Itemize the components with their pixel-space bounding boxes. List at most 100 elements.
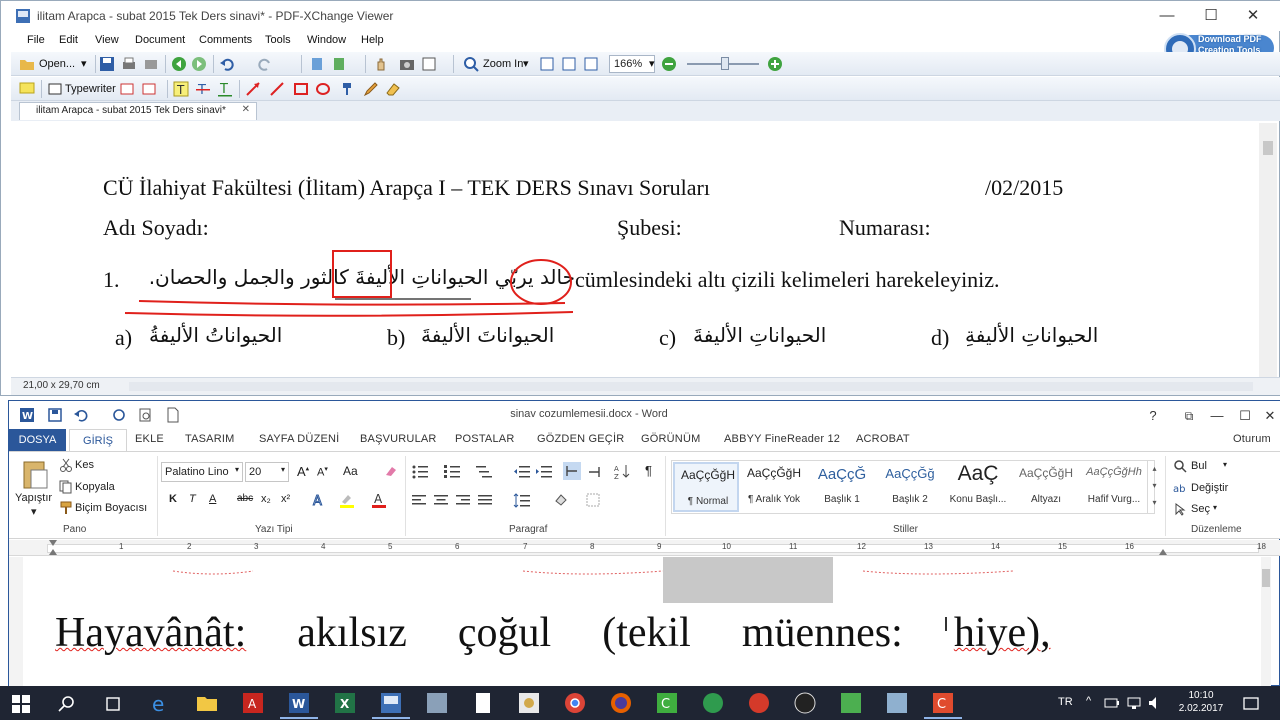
select-dropdown[interactable]: ▾ xyxy=(1213,503,1217,512)
paste-button[interactable]: Yapıştır xyxy=(15,492,52,504)
zoom-slider-thumb[interactable] xyxy=(721,57,729,70)
camtasia-recorder-icon[interactable]: C xyxy=(930,691,956,715)
font-family-dropdown[interactable]: ▾ xyxy=(235,465,239,474)
menu-file[interactable]: File xyxy=(27,34,45,46)
scan-icon[interactable] xyxy=(143,56,159,72)
notepad-icon[interactable] xyxy=(470,691,496,715)
search-icon[interactable] xyxy=(58,695,76,713)
ribbon-display-button[interactable]: ⧉ xyxy=(1177,405,1201,427)
tab-postalar[interactable]: POSTALAR xyxy=(455,433,514,445)
font-size-dropdown[interactable]: ▾ xyxy=(281,465,285,474)
style-subtitle[interactable]: AaÇçĞğH Altyazı xyxy=(1013,462,1079,512)
app-generic-icon[interactable] xyxy=(424,691,450,715)
input-language[interactable]: TR xyxy=(1058,696,1073,708)
style-title[interactable]: AaÇ Konu Başlı... xyxy=(945,462,1011,512)
align-right-icon[interactable] xyxy=(455,492,471,508)
zoom-in-dropdown[interactable]: ▾ xyxy=(523,55,529,73)
menu-help[interactable]: Help xyxy=(361,34,384,46)
ltr-direction-icon[interactable] xyxy=(563,462,581,480)
cut-button[interactable]: Kes xyxy=(75,459,94,471)
horizontal-ruler[interactable]: 1 2 3 4 5 6 7 8 9 10 11 12 13 14 15 16 1… xyxy=(9,540,1280,556)
tab-sayfa-duzeni[interactable]: SAYFA DÜZENİ xyxy=(259,433,339,445)
tab-acrobat[interactable]: ACROBAT xyxy=(856,433,910,445)
change-case-button[interactable]: Aa xyxy=(343,464,358,478)
pdf-xchange-taskbar-icon[interactable] xyxy=(378,691,404,715)
windows-start-icon[interactable] xyxy=(12,695,30,713)
paint-icon[interactable] xyxy=(516,691,542,715)
back-icon[interactable] xyxy=(171,56,187,72)
callout-icon[interactable] xyxy=(141,81,157,97)
task-view-icon[interactable] xyxy=(104,695,122,713)
underline-text-icon[interactable]: T xyxy=(217,81,233,97)
arrow-tool-icon[interactable] xyxy=(245,81,261,97)
clock[interactable]: 10:10 2.02.2017 xyxy=(1170,689,1232,715)
power-icon[interactable] xyxy=(1104,696,1120,710)
pdf-vertical-scrollbar[interactable] xyxy=(1259,123,1277,377)
sign-in-link[interactable]: Oturum xyxy=(1233,433,1271,445)
circle-annotation[interactable] xyxy=(510,259,572,305)
underline-button[interactable]: A xyxy=(209,493,216,505)
tab-dosya[interactable]: DOSYA xyxy=(9,429,66,451)
increase-indent-icon[interactable] xyxy=(535,463,553,479)
tab-tasarim[interactable]: TASARIM xyxy=(185,433,234,445)
camtasia-icon[interactable]: C xyxy=(654,691,680,715)
textbox-icon[interactable] xyxy=(119,81,135,97)
print-icon[interactable] xyxy=(121,56,137,72)
shading-icon[interactable] xyxy=(553,492,571,508)
typewriter-button[interactable]: Typewriter xyxy=(65,80,116,98)
tray-chevron-icon[interactable]: ^ xyxy=(1086,695,1091,707)
rectangle-tool-icon[interactable] xyxy=(293,81,309,97)
android-app-icon[interactable] xyxy=(838,691,864,715)
pdf-document-tab[interactable]: ilitam Arapca - subat 2015 Tek Ders sina… xyxy=(19,102,257,120)
tab-giris[interactable]: GİRİŞ xyxy=(69,429,127,452)
subscript-button[interactable]: x₂ xyxy=(261,493,271,505)
paste-clipboard-icon[interactable] xyxy=(21,458,49,490)
word-vertical-scrollbar[interactable] xyxy=(1261,557,1271,687)
box-annotation[interactable] xyxy=(332,250,392,298)
style-heading-2[interactable]: AaÇçĞğ Başlık 2 xyxy=(877,462,943,512)
justify-icon[interactable] xyxy=(477,492,493,508)
format-painter-button[interactable]: Biçim Boyacısı xyxy=(75,502,147,514)
tab-ekle[interactable]: EKLE xyxy=(135,433,164,445)
save-icon[interactable] xyxy=(99,56,115,72)
menu-edit[interactable]: Edit xyxy=(59,34,78,46)
open-button[interactable]: Open... xyxy=(39,55,75,73)
style-heading-1[interactable]: AaÇçĞ Başlık 1 xyxy=(809,462,875,512)
styles-scroll[interactable]: ▴ ▾ ▾ xyxy=(1147,460,1161,514)
menu-document[interactable]: Document xyxy=(135,34,185,46)
show-formatting-marks-button[interactable]: ¶ xyxy=(645,463,652,478)
chrome-icon[interactable] xyxy=(562,691,588,715)
font-family-select[interactable]: Palatino Lino xyxy=(161,462,243,482)
copy-button[interactable]: Kopyala xyxy=(75,481,115,493)
zoom-out-icon[interactable] xyxy=(661,56,677,72)
strikethrough-button[interactable]: abc xyxy=(237,493,253,504)
pencil-tool-icon[interactable] xyxy=(363,81,379,97)
globe-app-icon[interactable] xyxy=(700,691,726,715)
forward-icon[interactable] xyxy=(191,56,207,72)
acrobat-icon[interactable]: A xyxy=(240,691,266,715)
style-no-spacing[interactable]: AaÇçĞğH ¶ Aralık Yok xyxy=(741,462,807,512)
word-maximize-button[interactable]: ☐ xyxy=(1233,405,1257,427)
italic-button[interactable]: T xyxy=(189,493,196,505)
find-dropdown[interactable]: ▾ xyxy=(1223,460,1227,469)
bullets-icon[interactable] xyxy=(411,463,429,479)
zoom-in-button[interactable]: Zoom In xyxy=(483,55,523,73)
pin-tool-icon[interactable] xyxy=(339,81,355,97)
line-tool-icon[interactable] xyxy=(269,81,285,97)
superscript-button[interactable]: x² xyxy=(281,493,290,505)
pdf-tab-close-button[interactable]: ✕ xyxy=(242,104,250,115)
menu-window[interactable]: Window xyxy=(307,34,346,46)
pdf-document-page[interactable]: CÜ İlahiyat Fakültesi (İlitam) Arapça I … xyxy=(13,123,1257,377)
numbering-icon[interactable] xyxy=(443,463,461,479)
line-spacing-icon[interactable] xyxy=(513,492,531,508)
sort-icon[interactable]: AZ xyxy=(613,463,631,479)
tab-gorunum[interactable]: GÖRÜNÜM xyxy=(641,433,700,445)
red-underline-2[interactable] xyxy=(124,311,574,317)
word-scroll-thumb[interactable] xyxy=(1262,569,1270,587)
pdf-close-button[interactable]: ✕ xyxy=(1231,5,1275,27)
network-icon[interactable] xyxy=(1126,696,1142,710)
grow-font-button[interactable]: A▴ xyxy=(297,464,309,479)
style-subtle-emphasis[interactable]: AaÇçĞğHh Hafif Vurg... xyxy=(1081,462,1147,512)
eraser-tool-icon[interactable] xyxy=(385,81,401,97)
rotate-icon[interactable] xyxy=(309,56,325,72)
